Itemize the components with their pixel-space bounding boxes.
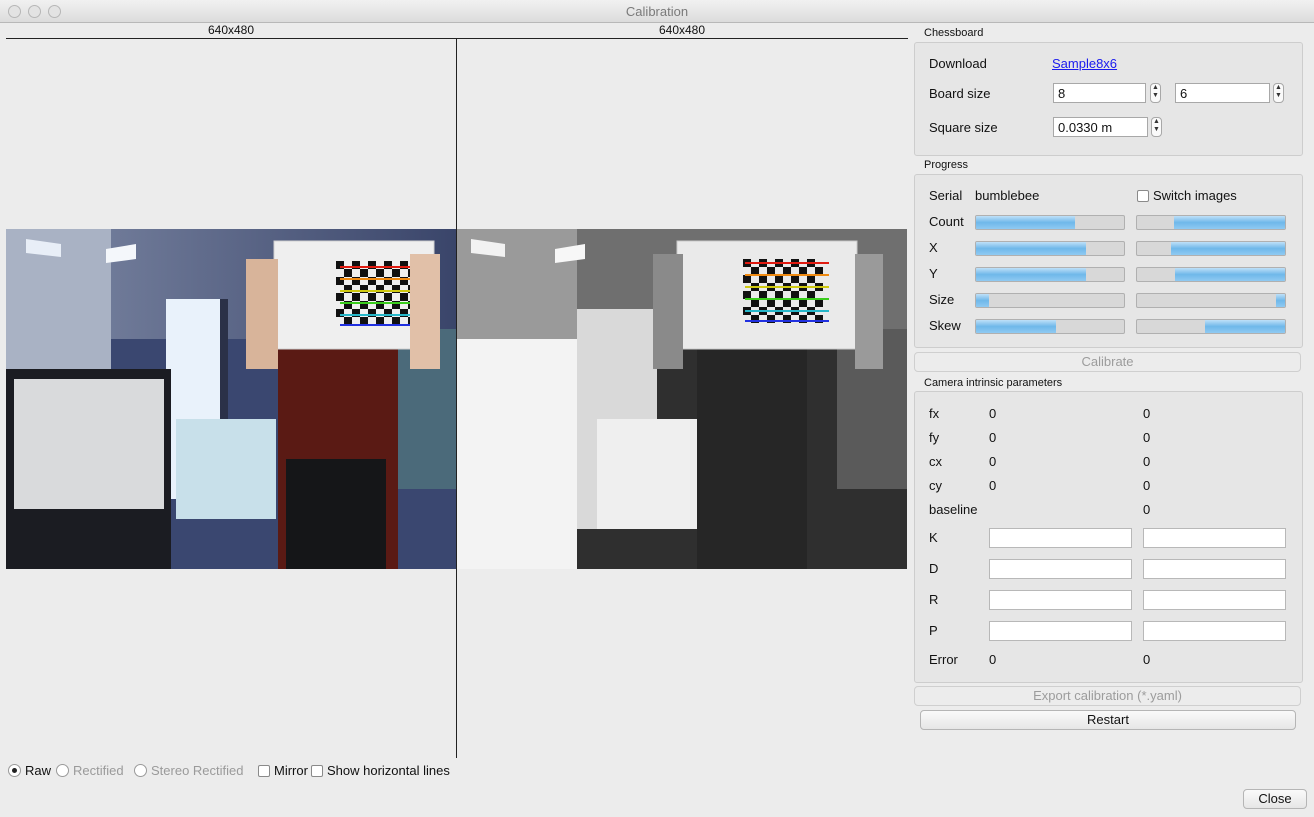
camera-views: [6, 38, 908, 758]
chessboard-group-title: Chessboard: [924, 27, 984, 39]
progress-bar-left: [975, 293, 1125, 308]
progress-bar-left: [975, 215, 1125, 230]
intrinsic-left-value: 0: [989, 406, 997, 421]
matrix-right-field[interactable]: [1143, 621, 1286, 641]
switch-images-checkbox[interactable]: Switch images: [1137, 188, 1237, 203]
intrinsic-label: fy: [929, 430, 940, 445]
progress-bar-right: [1136, 215, 1286, 230]
restart-button[interactable]: Restart: [920, 710, 1296, 730]
board-size-width-field[interactable]: 8: [1053, 83, 1146, 103]
radio-selected-icon[interactable]: [8, 764, 21, 777]
checkbox-icon[interactable]: [258, 764, 270, 777]
right-camera-view: [457, 39, 908, 758]
show-horizontal-lines-label: Show horizontal lines: [327, 763, 450, 778]
left-camera-image: [6, 229, 456, 569]
mirror-checkbox[interactable]: Mirror: [258, 763, 310, 778]
matrix-label: R: [929, 592, 939, 607]
stereo-rectified-label: Stereo Rectified: [151, 763, 244, 778]
progress-group: Serial bumblebee Switch images Count X Y Si…: [914, 174, 1303, 348]
progress-bar-left: [975, 319, 1125, 334]
board-size-height-spinbox[interactable]: 6 ▲ ▼: [1175, 83, 1290, 103]
right-view-resolution: 640x480: [658, 23, 706, 37]
matrix-label: K: [929, 530, 938, 545]
download-label: Download: [929, 56, 987, 71]
checkbox-icon[interactable]: [311, 764, 323, 777]
error-right-value: 0: [1143, 652, 1151, 667]
right-camera-image: [457, 229, 907, 569]
chessboard-group: Download Sample8x6 Board size 8 ▲ ▼ 6 ▲ ▼ …: [914, 42, 1303, 156]
radio-icon[interactable]: [56, 764, 69, 777]
calibrate-button[interactable]: Calibrate: [914, 352, 1301, 372]
intrinsic-right-value: 0: [1143, 478, 1151, 493]
show-horizontal-lines-checkbox[interactable]: Show horizontal lines: [311, 763, 450, 778]
error-label: Error: [929, 652, 958, 667]
matrix-label: P: [929, 623, 938, 638]
progress-row-label: Count: [929, 214, 964, 229]
left-view-resolution: 640x480: [207, 23, 255, 37]
progress-bar-left: [975, 267, 1125, 282]
board-size-width-spinbox[interactable]: 8 ▲ ▼: [1053, 83, 1163, 103]
progress-bar-left: [975, 241, 1125, 256]
intrinsics-group: fx 0 0 fy 0 0 cx 0 0 cy 0 0 baseline 0 K D R P Error 0 0: [914, 391, 1303, 683]
raw-label: Raw: [25, 763, 52, 778]
rectified-label: Rectified: [73, 763, 124, 778]
title-bar: Calibration: [0, 0, 1314, 23]
intrinsic-label: cy: [929, 478, 942, 493]
square-size-spinbox[interactable]: 0.0330 m ▲ ▼: [1053, 117, 1165, 137]
matrix-label: D: [929, 561, 939, 576]
progress-group-title: Progress: [924, 159, 969, 171]
matrix-left-field[interactable]: [989, 621, 1132, 641]
square-size-label: Square size: [929, 120, 998, 135]
download-sample-link[interactable]: Sample8x6: [1052, 56, 1117, 71]
intrinsic-label: baseline: [929, 502, 978, 517]
progress-bar-right: [1136, 293, 1286, 308]
radio-icon[interactable]: [134, 764, 147, 777]
board-size-label: Board size: [929, 86, 991, 101]
checkbox-icon[interactable]: [1137, 189, 1149, 202]
rectified-radio[interactable]: Rectified: [56, 763, 124, 778]
matrix-right-field[interactable]: [1143, 559, 1286, 579]
stereo-rectified-radio[interactable]: Stereo Rectified: [134, 763, 244, 778]
intrinsic-right-value: 0: [1143, 406, 1151, 421]
intrinsics-group-title: Camera intrinsic parameters: [924, 377, 1063, 389]
intrinsic-left-value: 0: [989, 478, 997, 493]
matrix-right-field[interactable]: [1143, 528, 1286, 548]
intrinsic-right-value: 0: [1143, 502, 1151, 517]
matrix-right-field[interactable]: [1143, 590, 1286, 610]
close-button[interactable]: Close: [1243, 789, 1307, 809]
export-calibration-button[interactable]: Export calibration (*.yaml): [914, 686, 1301, 706]
intrinsic-left-value: 0: [989, 430, 997, 445]
serial-value: bumblebee: [975, 188, 1040, 203]
progress-row-label: Y: [929, 266, 938, 281]
switch-images-label: Switch images: [1153, 188, 1237, 203]
square-size-field[interactable]: 0.0330 m: [1053, 117, 1148, 137]
raw-radio[interactable]: Raw: [8, 763, 51, 778]
left-camera-view: [6, 39, 456, 758]
error-left-value: 0: [989, 652, 997, 667]
spin-arrows-icon[interactable]: ▲ ▼: [1150, 83, 1161, 103]
progress-row-label: X: [929, 240, 938, 255]
matrix-left-field[interactable]: [989, 590, 1132, 610]
matrix-left-field[interactable]: [989, 559, 1132, 579]
progress-bar-right: [1136, 241, 1286, 256]
intrinsic-label: fx: [929, 406, 940, 421]
progress-bar-right: [1136, 267, 1286, 282]
mirror-label: Mirror: [274, 763, 308, 778]
spin-arrows-icon[interactable]: ▲ ▼: [1151, 117, 1162, 137]
spin-arrows-icon[interactable]: ▲ ▼: [1273, 83, 1284, 103]
matrix-left-field[interactable]: [989, 528, 1132, 548]
progress-row-label: Size: [929, 292, 955, 307]
window-title: Calibration: [625, 4, 689, 19]
intrinsic-right-value: 0: [1143, 454, 1151, 469]
intrinsic-label: cx: [929, 454, 942, 469]
progress-row-label: Skew: [929, 318, 961, 333]
intrinsic-right-value: 0: [1143, 430, 1151, 445]
progress-bar-right: [1136, 319, 1286, 334]
serial-label: Serial: [929, 188, 963, 203]
intrinsic-left-value: 0: [989, 454, 997, 469]
board-size-height-field[interactable]: 6: [1175, 83, 1270, 103]
